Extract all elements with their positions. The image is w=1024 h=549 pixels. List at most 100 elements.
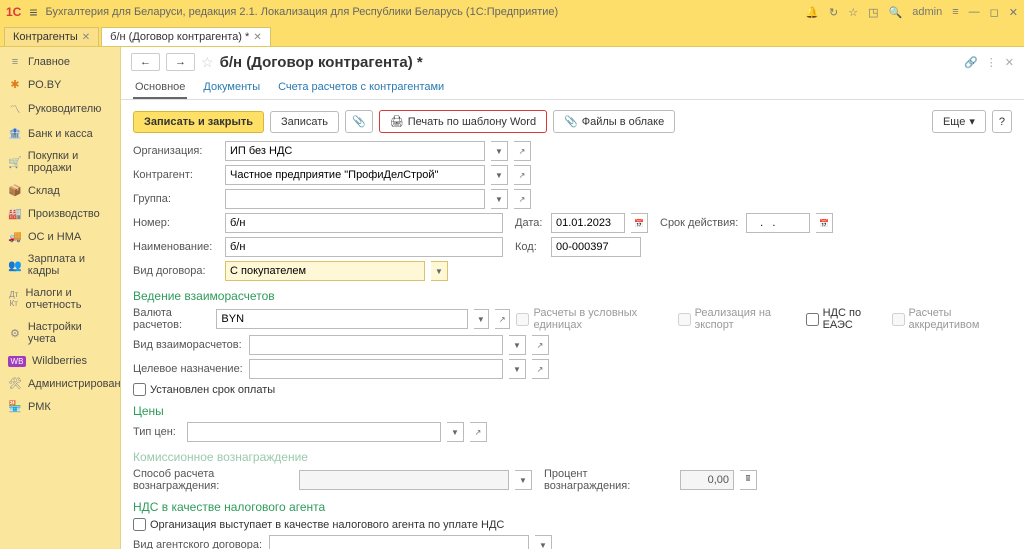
open-icon[interactable]: ↗ <box>514 189 531 209</box>
attach-button[interactable]: 📎 <box>345 110 373 133</box>
save-button[interactable]: Записать <box>270 111 339 133</box>
dropdown-icon[interactable]: ▼ <box>509 359 526 379</box>
settle-type-input[interactable] <box>249 335 503 355</box>
calendar-icon[interactable]: 📅 <box>816 213 833 233</box>
purpose-label: Целевое назначение: <box>133 363 243 375</box>
mark-icon[interactable]: ◳ <box>868 6 878 19</box>
sidebar-item-roby[interactable]: ✱РО.BY <box>0 73 120 96</box>
price-type-input[interactable] <box>187 422 441 442</box>
subtab-main[interactable]: Основное <box>133 77 187 99</box>
options-icon[interactable]: ⋮ <box>986 56 997 69</box>
open-icon[interactable]: ↗ <box>470 422 487 442</box>
close-icon[interactable]: ✕ <box>253 32 261 43</box>
open-icon[interactable]: ↗ <box>532 359 549 379</box>
forward-button[interactable]: → <box>166 53 195 71</box>
close-form-icon[interactable]: ✕ <box>1005 56 1014 69</box>
more-button[interactable]: Еще ▾ <box>932 110 986 133</box>
sidebar-item-hr[interactable]: 👥Зарплата и кадры <box>0 248 120 282</box>
truck-icon: 🚚 <box>8 230 22 243</box>
chk-accreditive[interactable]: Расчеты аккредитивом <box>892 307 1012 331</box>
dropdown-icon[interactable]: ▼ <box>509 335 526 355</box>
maximize-icon[interactable]: ◻ <box>990 6 999 19</box>
help-button[interactable]: ? <box>992 110 1012 133</box>
search-icon[interactable]: 🔍 <box>889 6 903 19</box>
dropdown-icon[interactable]: ▼ <box>491 189 508 209</box>
agent-type-input[interactable] <box>269 535 529 549</box>
close-icon[interactable]: ✕ <box>1009 6 1018 19</box>
chk-eaes[interactable]: НДС по ЕАЭС <box>806 307 886 331</box>
sidebar-item-wildberries[interactable]: WBWildberries <box>0 350 120 372</box>
print-word-button[interactable]: 🖨Печать по шаблону Word <box>379 110 547 133</box>
calendar-icon[interactable]: 📅 <box>631 213 648 233</box>
sidebar-item-main[interactable]: ≡Главное <box>0 51 120 73</box>
sidebar-item-warehouse[interactable]: 📦Склад <box>0 179 120 202</box>
code-input[interactable] <box>551 237 641 257</box>
currency-label: Валюта расчетов: <box>133 307 210 331</box>
tab-contractors[interactable]: Контрагенты✕ <box>4 27 99 46</box>
section-commission: Комиссионное вознаграждение <box>133 450 1012 464</box>
open-icon[interactable]: ↗ <box>514 141 531 161</box>
organization-input[interactable] <box>225 141 485 161</box>
code-label: Код: <box>515 241 545 253</box>
close-icon[interactable]: ✕ <box>82 32 90 43</box>
save-close-button[interactable]: Записать и закрыть <box>133 111 264 133</box>
currency-input[interactable] <box>216 309 467 329</box>
user-label[interactable]: admin <box>912 6 942 19</box>
chk-conditional[interactable]: Расчеты в условных единицах <box>516 307 671 331</box>
window-tabs: Контрагенты✕ б/н (Договор контрагента) *… <box>0 24 1024 47</box>
sidebar-item-assets[interactable]: 🚚ОС и НМА <box>0 225 120 248</box>
chk-vat-agent[interactable]: Организация выступает в качестве налогов… <box>133 518 504 531</box>
sidebar-item-settings[interactable]: ⚙Настройки учета <box>0 316 120 350</box>
contractor-input[interactable] <box>225 165 485 185</box>
subtab-accounts[interactable]: Счета расчетов с контрагентами <box>276 77 446 99</box>
form-body: Организация: ▼ ↗ Контрагент: ▼ ↗ Группа:… <box>121 137 1024 549</box>
contract-type-input[interactable] <box>225 261 425 281</box>
titlebar-actions: 🔔 ↻ ☆ ◳ 🔍 admin ≡ — ◻ ✕ <box>805 6 1018 19</box>
subtab-documents[interactable]: Документы <box>201 77 262 99</box>
favorite-icon[interactable]: ☆ <box>201 54 214 71</box>
organization-label: Организация: <box>133 145 219 157</box>
section-settlements: Ведение взаиморасчетов <box>133 289 1012 303</box>
dropdown-icon[interactable]: ▼ <box>491 165 508 185</box>
sidebar-item-tax[interactable]: Дт КтНалоги и отчетность <box>0 282 120 316</box>
dropdown-icon[interactable]: ▼ <box>474 309 489 329</box>
group-input[interactable] <box>225 189 485 209</box>
name-input[interactable] <box>225 237 503 257</box>
number-label: Номер: <box>133 217 219 229</box>
settings-icon[interactable]: ≡ <box>952 6 958 19</box>
term-input[interactable] <box>746 213 810 233</box>
dropdown-icon[interactable]: ▼ <box>491 141 508 161</box>
open-icon[interactable]: ↗ <box>514 165 531 185</box>
tab-contract[interactable]: б/н (Договор контрагента) *✕ <box>101 27 271 46</box>
sidebar-item-production[interactable]: 🏭Производство <box>0 202 120 225</box>
sidebar-item-admin[interactable]: 🛠Администрирование <box>0 372 120 395</box>
purpose-input[interactable] <box>249 359 503 379</box>
dropdown-icon[interactable]: ▼ <box>431 261 448 281</box>
content: ← → ☆ б/н (Договор контрагента) * 🔗 ⋮ ✕ … <box>121 47 1024 549</box>
open-icon[interactable]: ↗ <box>532 335 549 355</box>
favorites-icon[interactable]: ☆ <box>848 6 858 19</box>
bell-icon[interactable]: 🔔 <box>805 6 819 19</box>
sidebar-item-manager[interactable]: 〽Руководителю <box>0 96 120 122</box>
sidebar-item-sales[interactable]: 🛒Покупки и продажи <box>0 145 120 179</box>
back-button[interactable]: ← <box>131 53 160 71</box>
app-logo: 1С <box>6 5 21 19</box>
dropdown-icon[interactable]: ▼ <box>535 535 552 549</box>
commission-pct-input <box>680 470 734 490</box>
open-icon[interactable]: ↗ <box>495 309 510 329</box>
date-input[interactable] <box>551 213 625 233</box>
sidebar-item-rmk[interactable]: 🏪РМК <box>0 395 120 418</box>
number-input[interactable] <box>225 213 503 233</box>
contract-type-label: Вид договора: <box>133 265 219 277</box>
link-icon[interactable]: 🔗 <box>964 56 978 69</box>
chk-payment-term[interactable]: Установлен срок оплаты <box>133 383 275 396</box>
date-label: Дата: <box>515 217 545 229</box>
titlebar: 1С ≡ Бухгалтерия для Беларуси, редакция … <box>0 0 1024 24</box>
files-cloud-button[interactable]: 📎Файлы в облаке <box>553 110 675 133</box>
chk-export[interactable]: Реализация на экспорт <box>678 307 800 331</box>
dropdown-icon[interactable]: ▼ <box>447 422 464 442</box>
minimize-icon[interactable]: — <box>969 6 980 19</box>
sidebar-item-bank[interactable]: 🏦Банк и касса <box>0 122 120 145</box>
history-icon[interactable]: ↻ <box>829 6 838 19</box>
main-menu-icon[interactable]: ≡ <box>29 4 37 20</box>
